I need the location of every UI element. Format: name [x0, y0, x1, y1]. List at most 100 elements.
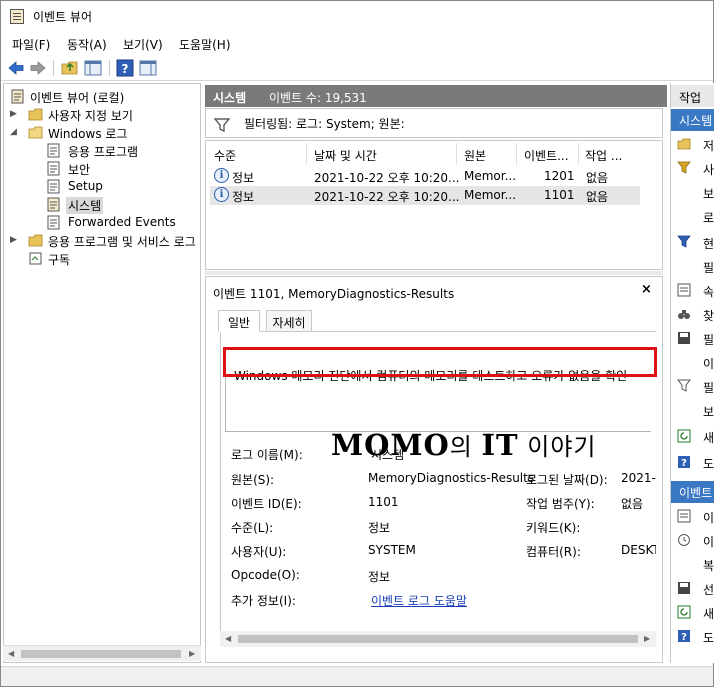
- source-label: 원본(S):: [231, 473, 275, 487]
- log-icon: [47, 143, 60, 158]
- watermark-mid: 의: [449, 433, 482, 461]
- menu-help[interactable]: 도움말(H): [179, 36, 231, 53]
- table-row[interactable]: i 정보 2021-10-22 오후 10:20... Memor... 120…: [210, 167, 640, 186]
- folder-up-icon[interactable]: [61, 59, 79, 77]
- column-header-event-id[interactable]: 이벤트...: [524, 147, 569, 164]
- row-datetime: 2021-10-22 오후 10:20...: [314, 171, 460, 185]
- column-separator: [516, 143, 517, 165]
- show-hide-action-pane-icon[interactable]: [139, 59, 157, 77]
- column-header-datetime[interactable]: 날짜 및 시간: [314, 147, 377, 164]
- folder-open-icon: [677, 138, 691, 150]
- row-task: 없음: [586, 190, 609, 204]
- show-hide-tree-icon[interactable]: [84, 59, 102, 77]
- filter-star-icon: [677, 161, 691, 174]
- column-separator: [306, 143, 307, 165]
- menu-file[interactable]: 파일(F): [12, 36, 50, 53]
- user-label: 사용자(U):: [231, 545, 287, 559]
- action-label: 저: [703, 139, 714, 153]
- expand-chevron-icon[interactable]: ▶: [10, 235, 20, 245]
- scroll-right-icon[interactable]: ▶: [189, 649, 195, 658]
- window-title: 이벤트 뷰어: [33, 10, 93, 24]
- action-help-event[interactable]: ? 도: [677, 627, 714, 647]
- properties-icon: [677, 509, 691, 523]
- watermark-brand: MOMO: [331, 428, 450, 462]
- action-attach-task[interactable]: 이: [677, 353, 714, 373]
- action-import-view[interactable]: 보: [677, 183, 714, 203]
- expand-chevron-icon[interactable]: ▶: [10, 109, 20, 119]
- level-label: 수준(L):: [231, 521, 274, 535]
- action-view[interactable]: 보: [677, 401, 714, 421]
- info-icon: i: [214, 187, 229, 202]
- scroll-right-icon[interactable]: ▶: [644, 634, 650, 643]
- help-icon[interactable]: ?: [116, 59, 134, 77]
- event-id-value: 1101: [368, 495, 399, 509]
- pane-splitter[interactable]: [205, 271, 663, 275]
- event-id-label: 이벤트 ID(E):: [231, 497, 302, 511]
- action-attach-event-task[interactable]: 이: [677, 531, 714, 551]
- watermark-it: IT: [481, 428, 519, 462]
- toolbar: ?: [1, 55, 713, 81]
- filter-list-icon: [677, 379, 691, 392]
- action-label: 로: [703, 211, 714, 225]
- user-value: SYSTEM: [368, 543, 416, 557]
- action-save-filtered[interactable]: 필: [677, 329, 714, 349]
- menu-action[interactable]: 동작(A): [67, 36, 107, 53]
- scroll-thumb[interactable]: [238, 635, 638, 643]
- row-level: 정보: [232, 171, 255, 185]
- action-label: 찾: [703, 309, 714, 323]
- row-datetime: 2021-10-22 오후 10:20...: [314, 190, 460, 204]
- action-label: 복: [703, 559, 714, 573]
- tab-details[interactable]: 자세히: [266, 310, 312, 332]
- filter-icon: [214, 118, 230, 132]
- action-label: 도: [703, 631, 714, 645]
- row-task: 없음: [586, 171, 609, 185]
- log-name: 시스템: [213, 91, 247, 105]
- menu-view[interactable]: 보기(V): [123, 36, 163, 53]
- row-level: 정보: [232, 190, 255, 204]
- svg-text:?: ?: [681, 458, 687, 469]
- column-header-task[interactable]: 작업 ...: [585, 147, 622, 164]
- action-label: 보: [703, 405, 714, 419]
- row-source: Memor...: [464, 169, 517, 183]
- collapse-chevron-icon[interactable]: ◢: [10, 127, 20, 137]
- action-label: 선: [703, 583, 714, 597]
- action-clear-log[interactable]: 로: [677, 207, 714, 227]
- column-header-source[interactable]: 원본: [464, 147, 486, 164]
- close-icon[interactable]: ×: [641, 282, 652, 297]
- binoculars-icon: [678, 310, 690, 319]
- actions-section-system[interactable]: 시스템: [671, 109, 714, 131]
- action-refresh-event[interactable]: 새: [677, 603, 714, 623]
- action-filter-current[interactable]: 현: [677, 233, 714, 253]
- computer-label: 컴퓨터(R):: [526, 545, 581, 559]
- log-header: 시스템 이벤트 수: 19,531: [205, 85, 667, 107]
- svg-text:?: ?: [122, 62, 129, 76]
- event-details-pane: 이벤트 1101, MemoryDiagnostics-Results × 일반…: [205, 276, 663, 663]
- scroll-left-icon[interactable]: ◀: [8, 649, 14, 658]
- event-log-help-link[interactable]: 이벤트 로그 도움말: [371, 592, 467, 609]
- column-header-level[interactable]: 수준: [214, 147, 236, 164]
- scroll-left-icon[interactable]: ◀: [225, 634, 231, 643]
- action-open-log[interactable]: 저: [677, 135, 714, 155]
- action-create-view[interactable]: 사: [677, 159, 714, 179]
- action-copy[interactable]: 복: [677, 555, 714, 575]
- back-arrow-icon[interactable]: [7, 59, 25, 77]
- details-horizontal-scrollbar[interactable]: ◀ ▶: [220, 631, 656, 647]
- scroll-thumb[interactable]: [21, 650, 181, 658]
- tree-horizontal-scrollbar[interactable]: ◀ ▶: [3, 645, 201, 661]
- action-find[interactable]: 찾: [677, 305, 714, 325]
- refresh-icon: [677, 429, 691, 443]
- action-clear-filter[interactable]: 필: [677, 257, 714, 277]
- action-save-selected[interactable]: 선: [677, 579, 714, 599]
- action-help[interactable]: ? 도: [677, 453, 714, 473]
- action-filter-view[interactable]: 필: [677, 377, 714, 397]
- action-refresh[interactable]: 새: [677, 427, 714, 447]
- actions-header: 작업: [671, 85, 714, 107]
- tab-general[interactable]: 일반: [218, 310, 260, 332]
- action-event-properties[interactable]: 이: [677, 507, 714, 527]
- actions-section-event[interactable]: 이벤트: [671, 481, 714, 503]
- action-properties[interactable]: 속: [677, 281, 714, 301]
- event-count: 이벤트 수: 19,531: [269, 91, 367, 105]
- forward-arrow-icon[interactable]: [29, 59, 47, 77]
- table-row[interactable]: i 정보 2021-10-22 오후 10:20... Memor... 110…: [210, 186, 640, 205]
- navigation-tree: 이벤트 뷰어 (로컬) ▶ 사용자 지정 보기 ◢ Windows 로그 응용 …: [3, 83, 201, 663]
